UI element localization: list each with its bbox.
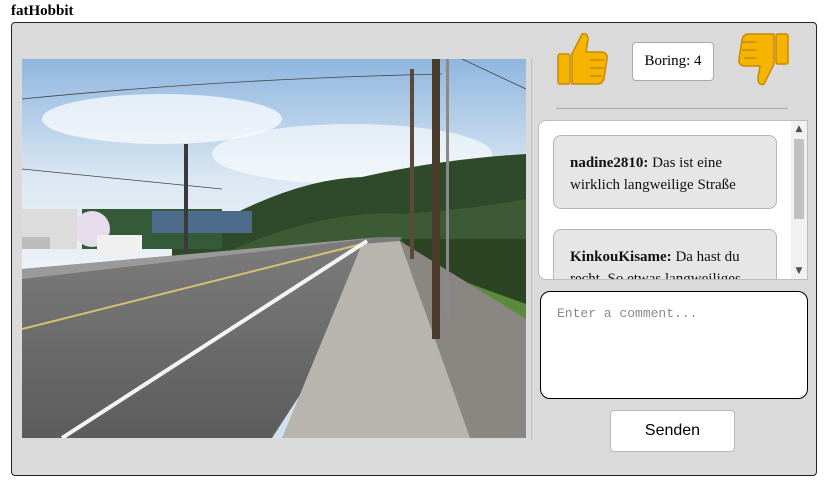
comment-list: nadine2810: Das ist eine wirklich langwe…: [553, 135, 777, 279]
thumbs-down-icon[interactable]: [736, 30, 792, 88]
thumbs-up-icon[interactable]: [554, 30, 610, 88]
username: fatHobbit: [11, 3, 74, 19]
scroll-thumb[interactable]: [794, 139, 804, 219]
horizontal-divider: [556, 108, 788, 109]
send-button[interactable]: Senden: [610, 410, 735, 452]
comments-panel[interactable]: nadine2810: Das ist eine wirklich langwe…: [538, 120, 808, 280]
comment-input[interactable]: [540, 291, 808, 399]
comment-author: nadine2810:: [570, 155, 649, 171]
rating-display: Boring: 4: [632, 42, 714, 81]
comment-author: KinkouKisame:: [570, 249, 672, 265]
vertical-divider: [531, 59, 532, 440]
comments-scrollbar[interactable]: ▲ ▼: [791, 121, 807, 279]
scroll-up-icon[interactable]: ▲: [791, 121, 807, 137]
comment-item: KinkouKisame: Da hast du recht. So etwas…: [553, 229, 777, 279]
street-photo: [22, 59, 526, 438]
scroll-down-icon[interactable]: ▼: [791, 263, 807, 279]
comment-item: nadine2810: Das ist eine wirklich langwe…: [553, 135, 777, 209]
